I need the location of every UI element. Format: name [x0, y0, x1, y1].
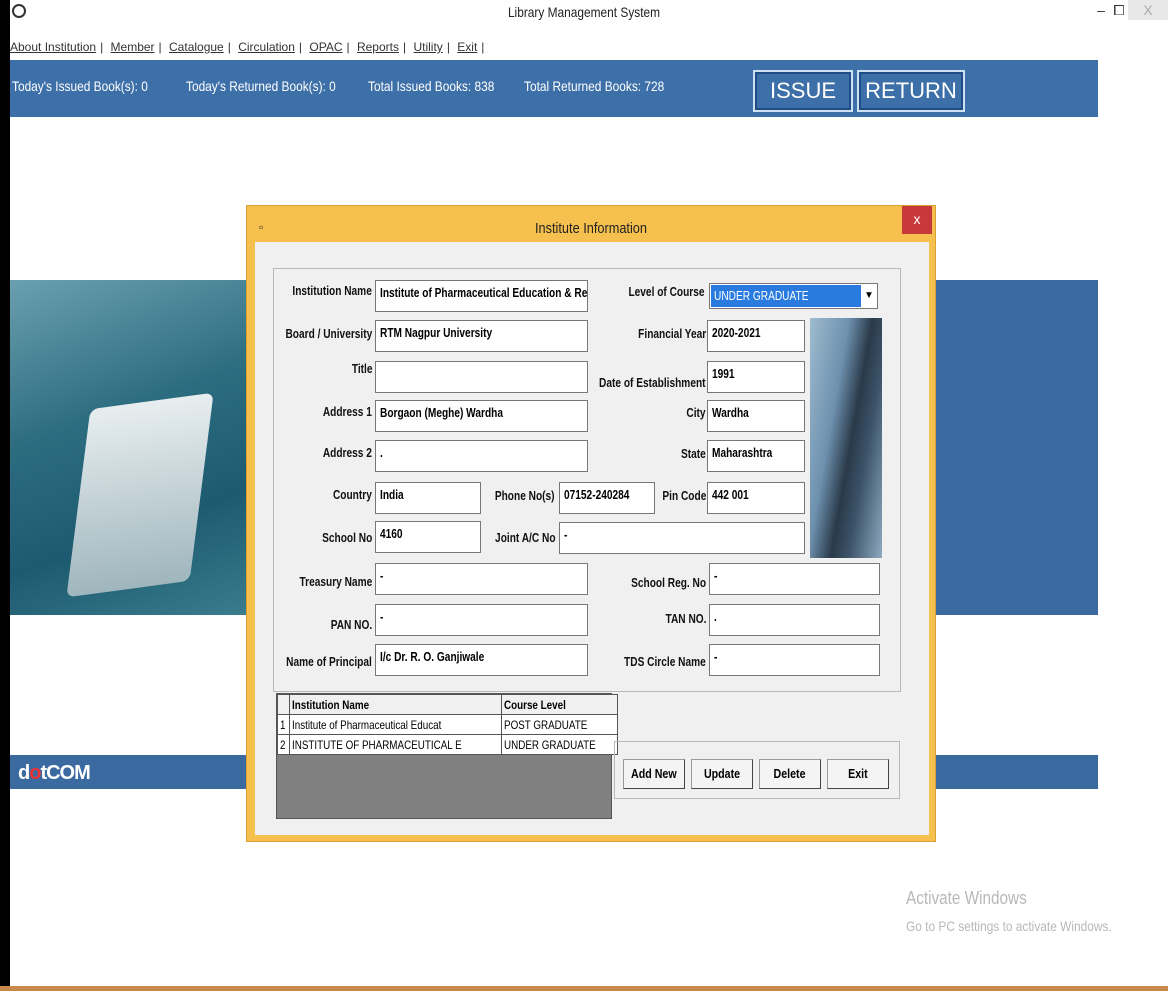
treasury-name-field[interactable]: - [375, 563, 588, 595]
todays-issued-count: Today's Issued Book(s): 0 [12, 78, 148, 94]
tan-no-label: TAN NO. [665, 611, 706, 626]
principal-name-field[interactable]: I/c Dr. R. O. Ganjiwale [375, 644, 588, 676]
tan-no-field[interactable]: . [709, 604, 880, 636]
update-button[interactable]: Update [691, 759, 753, 789]
brand-logo: dotCOM [18, 762, 91, 784]
address1-field[interactable]: Borgaon (Meghe) Wardha [375, 400, 588, 432]
school-reg-field[interactable]: - [709, 563, 880, 595]
chevron-down-icon[interactable]: ▼ [862, 285, 876, 307]
date-establishment-label: Date of Establishment [599, 375, 706, 390]
close-button[interactable]: X [1128, 0, 1168, 20]
title-field[interactable] [375, 361, 588, 393]
exit-button[interactable]: Exit [827, 759, 889, 789]
school-no-label: School No [321, 530, 372, 545]
menu-opac[interactable]: OPAC [309, 40, 342, 54]
grid-header-row: Institution Name Course Level [277, 694, 619, 715]
activate-windows-title: Activate Windows [906, 888, 1027, 908]
issue-button[interactable]: ISSUE [753, 70, 853, 112]
status-bar: Today's Issued Book(s): 0 Today's Return… [10, 60, 1098, 117]
window-left-border [0, 0, 10, 991]
grid-cell-institution[interactable]: INSTITUTE OF PHARMACEUTICAL E [288, 734, 502, 755]
financial-year-field[interactable]: 2020-2021 [707, 320, 805, 352]
title-label: Title [351, 361, 372, 376]
level-of-course-select[interactable]: UNDER GRADUATE ▼ [709, 283, 878, 309]
menu-exit[interactable]: Exit [457, 40, 477, 54]
table-row[interactable]: 1 Institute of Pharmaceutical Educat POS… [277, 714, 619, 735]
pan-no-field[interactable]: - [375, 604, 588, 636]
pin-code-field[interactable]: 442 001 [707, 482, 805, 514]
delete-button[interactable]: Delete [759, 759, 821, 789]
building-image [810, 318, 882, 558]
phone-label: Phone No(s) [495, 488, 555, 503]
minimize-button[interactable]: – [1092, 0, 1110, 20]
action-buttons-group: Add New Update Delete Exit [614, 741, 900, 799]
taskbar-edge [0, 986, 1168, 991]
phone-field[interactable]: 07152-240284 [559, 482, 655, 514]
joint-ac-field[interactable]: - [559, 522, 805, 554]
city-label: City [686, 405, 706, 420]
pan-no-label: PAN NO. [330, 617, 372, 632]
board-university-label: Board / University [285, 326, 372, 341]
institution-name-label: Institution Name [292, 283, 372, 298]
maximize-button[interactable]: ⧠ [1110, 0, 1128, 20]
school-no-field[interactable]: 4160 [375, 521, 481, 553]
menu-about-institution[interactable]: About Institution [10, 40, 96, 54]
country-field[interactable]: India [375, 482, 481, 514]
joint-ac-label: Joint A/C No [495, 530, 556, 545]
menu-circulation[interactable]: Circulation [238, 40, 295, 54]
institution-name-field[interactable]: Institute of Pharmaceutical Education & … [375, 280, 588, 312]
grid-cell-institution[interactable]: Institute of Pharmaceutical Educat [288, 714, 502, 735]
country-label: Country [333, 487, 372, 502]
return-button[interactable]: RETURN [857, 70, 965, 112]
dialog-title: Institute Information [535, 220, 647, 237]
board-university-field[interactable]: RTM Nagpur University [375, 320, 588, 352]
grid-cell-course-level[interactable]: UNDER GRADUATE [500, 734, 619, 755]
row-number[interactable]: 2 [277, 734, 290, 755]
tds-circle-field[interactable]: - [709, 644, 880, 676]
address2-field[interactable]: . [375, 440, 588, 472]
institution-grid[interactable]: Institution Name Course Level 1 Institut… [276, 693, 619, 819]
grid-cell-course-level[interactable]: POST GRADUATE [500, 714, 619, 735]
state-field[interactable]: Maharashtra [707, 440, 805, 472]
treasury-name-label: Treasury Name [299, 574, 372, 589]
window-title: Library Management System [507, 4, 661, 20]
state-label: State [681, 446, 706, 461]
library-photo [10, 280, 250, 615]
financial-year-label: Financial Year [637, 326, 706, 341]
dialog-close-button[interactable]: x [902, 206, 932, 234]
menu-catalogue[interactable]: Catalogue [169, 40, 224, 54]
add-new-button[interactable]: Add New [623, 759, 685, 789]
menu-member[interactable]: Member [111, 40, 155, 54]
level-of-course-label: Level of Course [628, 284, 705, 299]
address2-label: Address 2 [322, 445, 372, 460]
date-establishment-field[interactable]: 1991 [707, 361, 805, 393]
principal-name-label: Name of Principal [286, 654, 372, 669]
school-reg-label: School Reg. No [631, 575, 706, 590]
todays-returned-count: Today's Returned Book(s): 0 [186, 78, 336, 94]
dialog-icon: ▫ [259, 220, 264, 234]
row-number[interactable]: 1 [277, 714, 290, 735]
grid-header-institution-name[interactable]: Institution Name [288, 694, 502, 715]
menu-utility[interactable]: Utility [413, 40, 442, 54]
app-icon [12, 4, 26, 18]
total-issued-count: Total Issued Books: 838 [368, 78, 495, 94]
total-returned-count: Total Returned Books: 728 [524, 78, 665, 94]
menu-reports[interactable]: Reports [357, 40, 399, 54]
menu-bar: About Institution | Member | Catalogue | Ci… [10, 40, 485, 54]
address1-label: Address 1 [322, 404, 372, 419]
pin-code-label: Pin Code [662, 488, 706, 503]
grid-corner-header [277, 694, 290, 715]
activate-windows-hint: Go to PC settings to activate Windows. [906, 918, 1112, 934]
grid-header-course-level[interactable]: Course Level [500, 694, 619, 715]
city-field[interactable]: Wardha [707, 400, 805, 432]
tds-circle-label: TDS Circle Name [624, 654, 706, 669]
table-row[interactable]: 2 INSTITUTE OF PHARMACEUTICAL E UNDER GR… [277, 734, 619, 755]
